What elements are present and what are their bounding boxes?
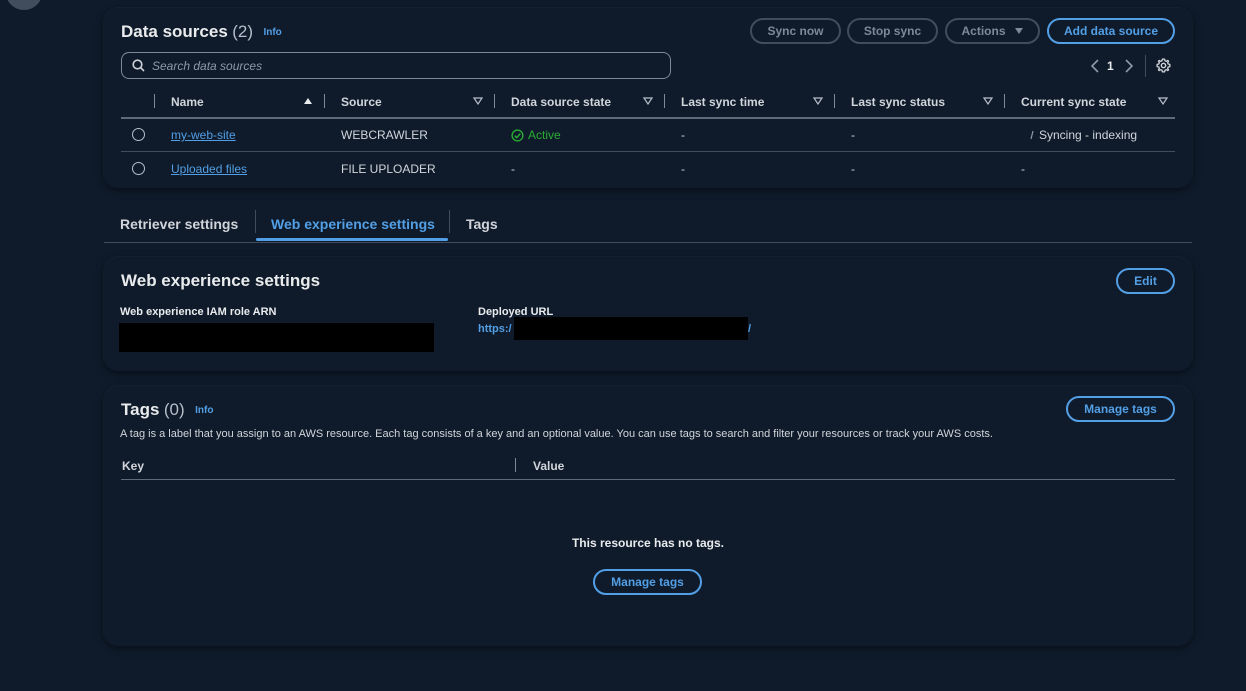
sort-icon[interactable] bbox=[1158, 97, 1168, 105]
sync-now-button[interactable]: Sync now bbox=[750, 18, 841, 44]
row-divider bbox=[121, 151, 1175, 152]
search-field[interactable] bbox=[121, 52, 671, 79]
column-header-key: Key bbox=[122, 459, 145, 473]
stop-sync-label: Stop sync bbox=[863, 24, 922, 38]
row-select-radio[interactable] bbox=[132, 128, 145, 141]
empty-state-message: This resource has no tags. bbox=[571, 536, 725, 550]
sort-icon[interactable] bbox=[813, 97, 823, 105]
column-header-last-sync-time[interactable]: Last sync time bbox=[681, 95, 764, 109]
tags-description: A tag is a label that you assign to an A… bbox=[120, 428, 993, 440]
tab-tags[interactable]: Tags bbox=[466, 206, 498, 242]
column-header-state[interactable]: Data source state bbox=[511, 95, 611, 109]
tabs-divider bbox=[104, 242, 1192, 243]
prev-page-icon[interactable] bbox=[1090, 59, 1100, 73]
current-sync-state: - bbox=[1021, 162, 1025, 176]
last-sync-status: - bbox=[851, 162, 855, 176]
web-experience-panel: Web experience settings Edit Web experie… bbox=[104, 257, 1192, 371]
header-divider bbox=[121, 479, 1175, 480]
manage-tags-label: Manage tags bbox=[1084, 402, 1157, 416]
current-sync-state: Syncing - indexing bbox=[1029, 128, 1137, 142]
deployed-url-suffix[interactable]: / bbox=[748, 323, 751, 335]
sort-icon[interactable] bbox=[643, 97, 653, 105]
last-sync-time: - bbox=[681, 162, 685, 176]
data-source-name-link[interactable]: Uploaded files bbox=[171, 162, 247, 176]
data-source-name-link[interactable]: my-web-site bbox=[171, 128, 236, 142]
data-source-type: FILE UPLOADER bbox=[341, 162, 436, 176]
column-divider bbox=[1004, 94, 1005, 108]
actions-dropdown-button[interactable]: Actions bbox=[945, 18, 1040, 44]
gear-icon[interactable] bbox=[1156, 58, 1171, 73]
empty-state-manage-tags-label: Manage tags bbox=[611, 575, 684, 589]
caret-down-icon bbox=[1014, 28, 1023, 34]
spinner-icon bbox=[1030, 130, 1034, 140]
last-sync-time: - bbox=[681, 128, 685, 142]
status-badge: Active bbox=[511, 128, 561, 142]
data-sources-title: Data sources bbox=[121, 22, 228, 41]
current-sync-state-text: Syncing - indexing bbox=[1039, 128, 1138, 142]
tags-count: (0) bbox=[163, 400, 185, 419]
column-header-source[interactable]: Source bbox=[341, 95, 382, 109]
active-tab-indicator bbox=[256, 238, 448, 241]
empty-state-manage-tags-button[interactable]: Manage tags bbox=[593, 569, 702, 595]
sort-icon[interactable] bbox=[983, 97, 993, 105]
sort-icon[interactable] bbox=[473, 97, 483, 105]
deployed-url-prefix: https:/ bbox=[478, 323, 512, 335]
deployed-url-link[interactable]: https:/ bbox=[478, 323, 512, 335]
iam-role-redacted-value bbox=[119, 323, 434, 352]
column-header-value: Value bbox=[533, 459, 565, 473]
avatar bbox=[6, 0, 42, 10]
data-source-state: - bbox=[511, 162, 515, 176]
tab-divider bbox=[449, 210, 450, 233]
tab-retriever-settings[interactable]: Retriever settings bbox=[120, 206, 238, 242]
column-header-last-sync-status[interactable]: Last sync status bbox=[851, 95, 945, 109]
manage-tags-button[interactable]: Manage tags bbox=[1066, 396, 1175, 422]
tags-title: Tags bbox=[121, 400, 160, 419]
web-experience-title: Web experience settings bbox=[121, 271, 321, 290]
column-header-name[interactable]: Name bbox=[171, 95, 204, 109]
status-text: Active bbox=[528, 128, 561, 142]
edit-label: Edit bbox=[1134, 274, 1157, 288]
last-sync-status: - bbox=[851, 128, 855, 142]
settings-tabs: Retriever settings Web experience settin… bbox=[104, 206, 1192, 243]
iam-role-label: Web experience IAM role ARN bbox=[120, 306, 277, 318]
column-header-current-sync-state[interactable]: Current sync state bbox=[1021, 95, 1126, 109]
data-sources-info-link[interactable]: Info bbox=[263, 27, 281, 38]
tags-info-link[interactable]: Info bbox=[195, 405, 213, 416]
tab-divider bbox=[255, 210, 256, 233]
column-divider bbox=[324, 94, 325, 108]
column-divider bbox=[154, 94, 155, 108]
data-sources-heading: Data sources (2) Info bbox=[121, 22, 282, 42]
sync-now-label: Sync now bbox=[767, 24, 824, 38]
header-divider bbox=[121, 117, 1175, 119]
data-sources-count: (2) bbox=[232, 22, 254, 41]
next-page-icon[interactable] bbox=[1124, 59, 1134, 73]
pagination-divider bbox=[1145, 55, 1146, 77]
deployed-url-redacted bbox=[514, 317, 748, 340]
sort-ascending-icon[interactable] bbox=[303, 97, 313, 105]
column-divider bbox=[664, 94, 665, 108]
stop-sync-button[interactable]: Stop sync bbox=[847, 18, 938, 44]
add-data-source-label: Add data source bbox=[1063, 24, 1159, 38]
edit-button[interactable]: Edit bbox=[1116, 268, 1175, 294]
row-select-radio[interactable] bbox=[132, 162, 145, 175]
actions-label: Actions bbox=[961, 24, 1006, 38]
search-input[interactable] bbox=[152, 58, 632, 73]
data-source-type: WEBCRAWLER bbox=[341, 128, 428, 142]
tab-web-experience-settings[interactable]: Web experience settings bbox=[271, 206, 435, 242]
page-number[interactable]: 1 bbox=[1107, 59, 1114, 73]
column-divider bbox=[494, 94, 495, 108]
add-data-source-button[interactable]: Add data source bbox=[1047, 18, 1175, 44]
tags-heading: Tags (0) Info bbox=[121, 400, 213, 420]
check-circle-icon bbox=[511, 128, 524, 142]
tags-panel: Tags (0) Info Manage tags A tag is a lab… bbox=[104, 386, 1192, 646]
search-icon bbox=[132, 59, 145, 72]
column-divider bbox=[515, 458, 516, 472]
column-divider bbox=[834, 94, 835, 108]
data-sources-panel: Data sources (2) Info Sync now Stop sync… bbox=[104, 8, 1192, 188]
